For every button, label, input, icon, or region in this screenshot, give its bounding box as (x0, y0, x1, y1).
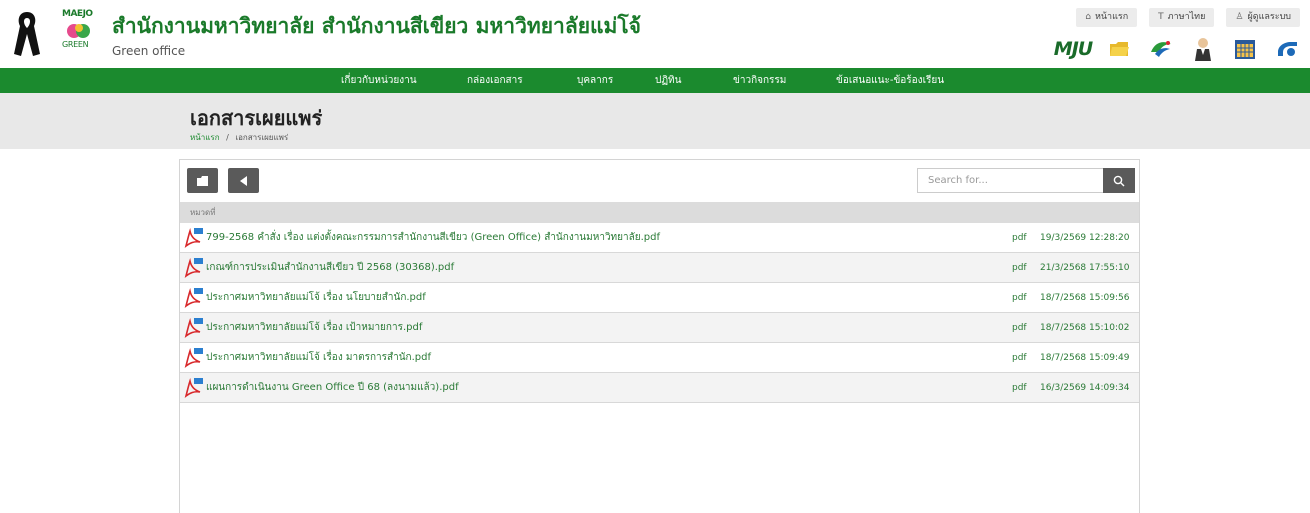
file-row[interactable]: ประกาศมหาวิทยาลัยแม่โจ้ เรื่อง มาตรการสำ… (180, 343, 1139, 373)
site-title[interactable]: สำนักงานมหาวิทยาลัย สำนักงานสีเขียว มหาว… (112, 10, 641, 43)
page-title: เอกสารเผยแพร่ (190, 106, 323, 130)
back-arrow-icon (239, 175, 247, 186)
language-link[interactable]: T ภาษาไทย (1149, 8, 1215, 27)
pdf-file-icon (184, 228, 203, 248)
user-icon: ♙ (1235, 12, 1244, 22)
logo-text: MAEJO (62, 9, 93, 19)
breadcrumb-current: เอกสารเผยแพร่ (235, 133, 289, 142)
person-icon[interactable] (1190, 36, 1216, 62)
file-date: 21/3/2568 17:55:10 (1040, 262, 1130, 273)
mju-logo-text: MJU (1053, 38, 1093, 60)
file-row[interactable]: ประกาศมหาวิทยาลัยแม่โจ้ เรื่อง นโยบายสำน… (180, 283, 1139, 313)
nav-item-staff[interactable]: บุคลากร (577, 68, 613, 93)
pdf-file-icon (184, 318, 203, 338)
home-folder-button[interactable] (187, 168, 218, 193)
file-type: pdf (1012, 232, 1027, 243)
file-name: ประกาศมหาวิทยาลัยแม่โจ้ เรื่อง มาตรการสำ… (206, 352, 431, 363)
home-link[interactable]: ⌂ หน้าแรก (1076, 8, 1138, 27)
text-icon: T (1158, 12, 1164, 22)
column-header: หมวดที่ (180, 202, 1139, 223)
file-date: 19/3/2569 12:28:20 (1040, 232, 1130, 243)
file-name: เกณฑ์การประเมินสำนักงานสีเขียว ปี 2568 (… (206, 262, 455, 273)
file-date: 16/3/2569 14:09:34 (1040, 382, 1130, 393)
file-name: 799-2568 คำสั่ง เรื่อง แต่งตั้งคณะกรรมกา… (206, 232, 661, 243)
nav-item-feedback[interactable]: ข้อเสนอแนะ-ข้อร้องเรียน (836, 68, 944, 93)
file-type: pdf (1012, 322, 1027, 333)
file-name: ประกาศมหาวิทยาลัยแม่โจ้ เรื่อง นโยบายสำน… (206, 292, 426, 303)
language-link-label: ภาษาไทย (1167, 12, 1206, 22)
home-icon: ⌂ (1085, 12, 1091, 22)
file-row[interactable]: 799-2568 คำสั่ง เรื่อง แต่งตั้งคณะกรรมกา… (180, 223, 1139, 253)
bird-icon[interactable] (1148, 36, 1174, 62)
pdf-file-icon (184, 378, 203, 398)
main-nav: เกี่ยวกับหน่วยงาน กล่องเอกสาร บุคลากร ปฏ… (0, 68, 1310, 93)
home-folder-icon (197, 175, 208, 186)
file-type: pdf (1012, 262, 1027, 273)
file-row[interactable]: เกณฑ์การประเมินสำนักงานสีเขียว ปี 2568 (… (180, 253, 1139, 283)
search-box (917, 168, 1135, 193)
site-subtitle: Green office (112, 44, 186, 58)
breadcrumb-home[interactable]: หน้าแรก (190, 133, 220, 142)
logo-leaf-icon (67, 24, 90, 38)
phone-icon[interactable] (1274, 36, 1300, 62)
quick-icons: MJU (1053, 36, 1300, 62)
top-links: ⌂ หน้าแรก T ภาษาไทย ♙ ผู้ดูแลระบบ (1076, 8, 1300, 27)
site-header: MAEJO GREEN สำนักงานมหาวิทยาลัย สำนักงาน… (0, 0, 1310, 68)
file-name: ประกาศมหาวิทยาลัยแม่โจ้ เรื่อง เป้าหมายก… (206, 322, 423, 333)
mourning-ribbon-icon (14, 12, 40, 56)
pdf-file-icon (184, 288, 203, 308)
breadcrumb: หน้าแรก / เอกสารเผยแพร่ (190, 131, 288, 144)
file-browser: หมวดที่ 799-2568 คำสั่ง เรื่อง แต่งตั้งค… (179, 159, 1140, 513)
file-type: pdf (1012, 292, 1027, 303)
page-heading: เอกสารเผยแพร่ หน้าแรก / เอกสารเผยแพร่ (0, 93, 1310, 149)
search-input[interactable] (917, 168, 1103, 193)
search-icon (1113, 175, 1125, 186)
file-row[interactable]: แผนการดำเนินงาน Green Office ปี 68 (ลงนา… (180, 373, 1139, 403)
file-row[interactable]: ประกาศมหาวิทยาลัยแม่โจ้ เรื่อง เป้าหมายก… (180, 313, 1139, 343)
pdf-file-icon (184, 348, 203, 368)
home-link-label: หน้าแรก (1094, 12, 1129, 22)
search-button[interactable] (1103, 168, 1135, 193)
admin-link[interactable]: ♙ ผู้ดูแลระบบ (1226, 8, 1300, 27)
nav-item-calendar[interactable]: ปฏิทิน (655, 68, 682, 93)
admin-link-label: ผู้ดูแลระบบ (1247, 12, 1291, 22)
nav-item-documents[interactable]: กล่องเอกสาร (467, 68, 523, 93)
file-type: pdf (1012, 382, 1027, 393)
file-name: แผนการดำเนินงาน Green Office ปี 68 (ลงนา… (206, 382, 459, 393)
file-date: 18/7/2568 15:10:02 (1040, 322, 1130, 333)
file-list: 799-2568 คำสั่ง เรื่อง แต่งตั้งคณะกรรมกา… (180, 223, 1139, 403)
file-type: pdf (1012, 352, 1027, 363)
mju-logo[interactable]: MJU (1053, 36, 1093, 62)
calendar-icon[interactable] (1232, 36, 1258, 62)
nav-item-about[interactable]: เกี่ยวกับหน่วยงาน (341, 68, 417, 93)
back-button[interactable] (228, 168, 259, 193)
folder-icon[interactable] (1106, 36, 1132, 62)
breadcrumb-separator: / (226, 133, 229, 142)
file-date: 18/7/2568 15:09:49 (1040, 352, 1130, 363)
pdf-file-icon (184, 258, 203, 278)
file-date: 18/7/2568 15:09:56 (1040, 292, 1130, 303)
logo-sub-text: GREEN (62, 40, 89, 49)
nav-item-news[interactable]: ข่าวกิจกรรม (733, 68, 786, 93)
